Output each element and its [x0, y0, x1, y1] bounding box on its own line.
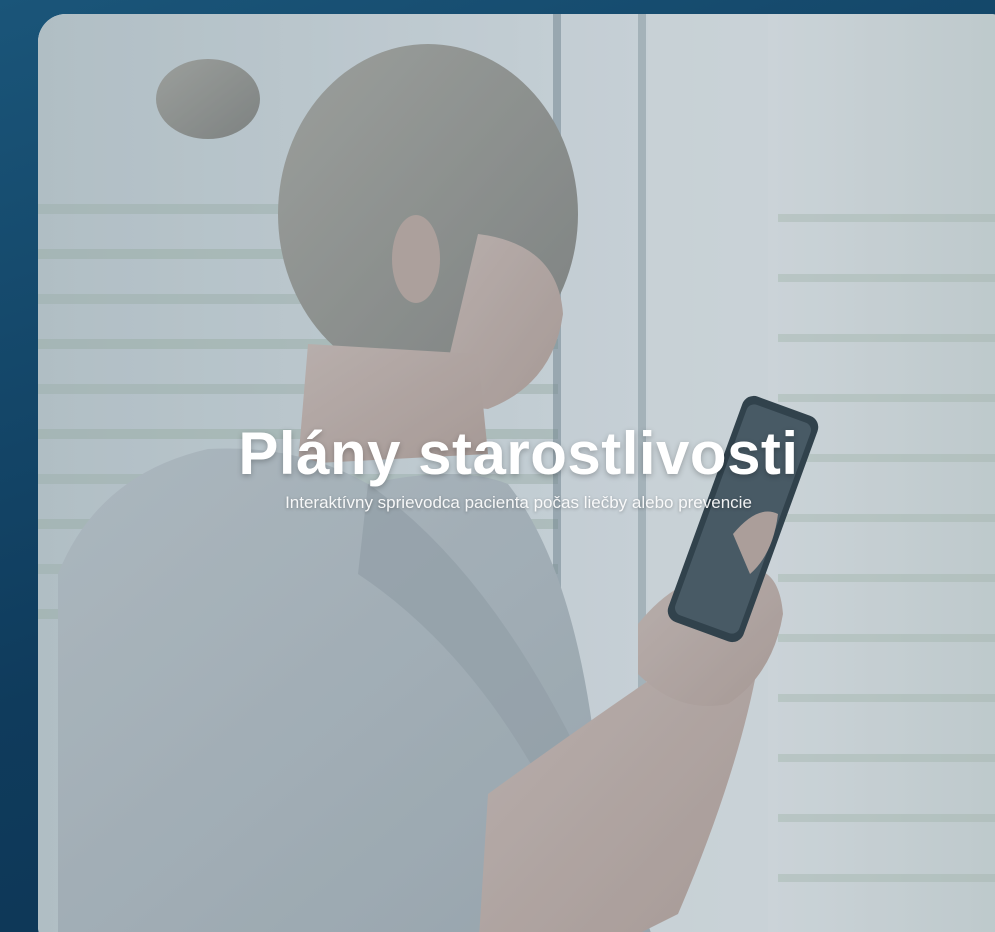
page-background: Plány starostlivosti Interaktívny spriev… [0, 0, 995, 932]
hero-card[interactable] [38, 14, 995, 932]
photo-overlay [38, 14, 995, 932]
